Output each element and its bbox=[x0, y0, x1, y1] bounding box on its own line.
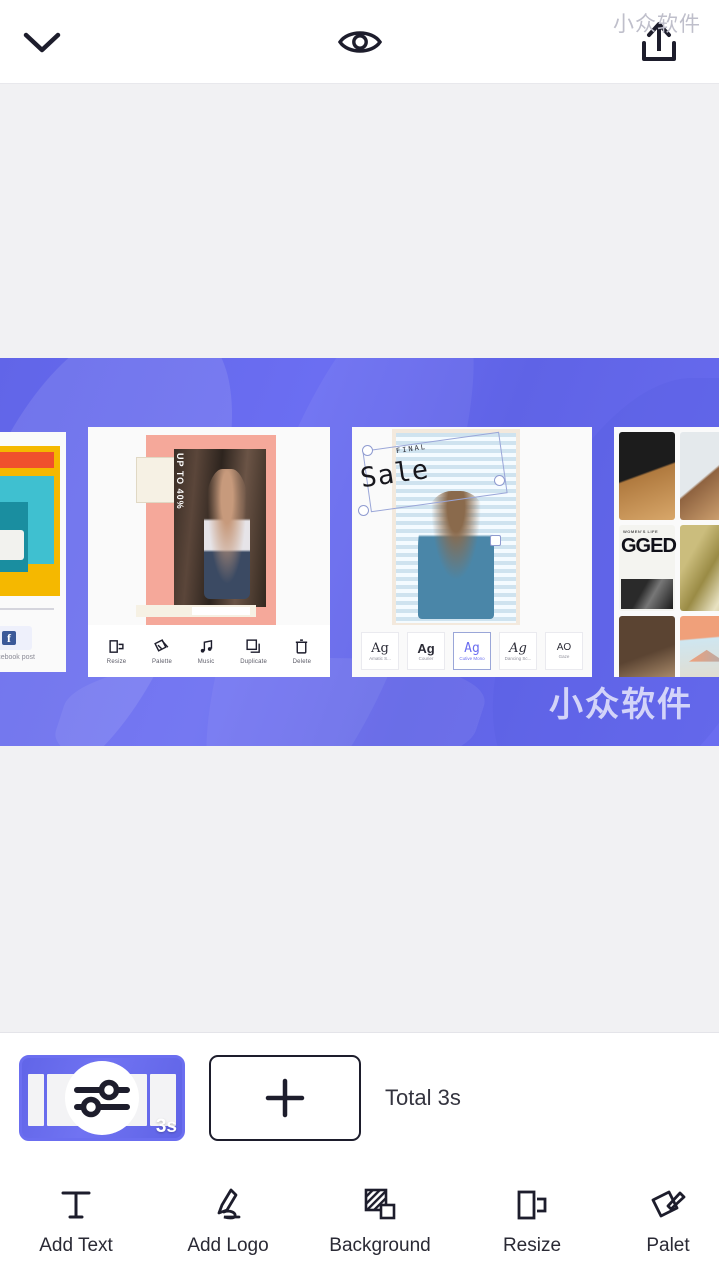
toolbar-item-palette[interactable]: Palet bbox=[608, 1162, 719, 1280]
share-button[interactable] bbox=[579, 0, 719, 84]
font-option[interactable]: Ag Amatic S... bbox=[361, 632, 399, 670]
font-name: Courier bbox=[418, 655, 434, 661]
artwork-photo bbox=[174, 449, 266, 607]
total-duration-label: Total 3s bbox=[385, 1084, 461, 1110]
toolbar-item-label: Resize bbox=[502, 1234, 562, 1256]
font-name: Gaze bbox=[558, 654, 570, 659]
artwork-photo bbox=[418, 491, 494, 619]
bottom-toolbar[interactable]: Add Text Add Logo Background Resize Pale… bbox=[0, 1162, 719, 1280]
toolbar-item-label: Background bbox=[329, 1234, 431, 1256]
template-card-collage[interactable]: WOMEN'S LIFE GGED bbox=[614, 427, 719, 677]
card-artwork: UP TO 40% bbox=[136, 435, 276, 625]
collage-grid: WOMEN'S LIFE GGED bbox=[614, 427, 719, 677]
palette-brush-icon bbox=[651, 1190, 686, 1217]
toolbar-item-add-text[interactable]: Add Text bbox=[0, 1162, 152, 1280]
item-context-toolbar[interactable]: Resize Palette Music Duplicate Delete bbox=[88, 625, 330, 677]
collage-tile bbox=[680, 616, 719, 677]
item-action-label: Duplicate bbox=[240, 658, 268, 665]
font-name: Dancing Sc... bbox=[504, 655, 532, 661]
font-sample: Ag bbox=[417, 640, 435, 656]
selection-handle-resize[interactable] bbox=[490, 535, 501, 546]
palette-icon bbox=[154, 638, 169, 652]
font-name: Cutive Mono bbox=[459, 655, 485, 661]
item-action-label: Music bbox=[197, 658, 215, 665]
selection-handle-duplicate[interactable] bbox=[358, 505, 369, 516]
artwork-footer-bar bbox=[136, 605, 256, 617]
collage-tile bbox=[680, 432, 719, 520]
item-action-label: Delete bbox=[292, 658, 312, 665]
toolbar-item-add-logo[interactable]: Add Logo bbox=[152, 1162, 304, 1280]
card-artwork bbox=[0, 446, 60, 596]
editor-workspace[interactable]: f Facebook post UP TO 40% bbox=[0, 84, 719, 1032]
resize-icon bbox=[109, 639, 124, 653]
facebook-icon: f bbox=[0, 626, 32, 650]
selection-handle-scale[interactable] bbox=[494, 475, 505, 486]
timeline-bar[interactable]: 3s Total 3s bbox=[0, 1032, 719, 1162]
add-clip-button[interactable] bbox=[209, 1054, 361, 1141]
font-sample: Ag bbox=[464, 640, 480, 656]
font-option[interactable]: Ag Courier bbox=[407, 632, 445, 670]
toolbar-item-label: Add Logo bbox=[187, 1234, 269, 1256]
chevron-down-icon bbox=[23, 32, 61, 52]
font-option[interactable]: Ag Dancing Sc... bbox=[499, 632, 537, 670]
text-icon bbox=[61, 1191, 91, 1218]
collage-headline: GGED bbox=[621, 535, 677, 557]
artwork-headline: UP TO 40% bbox=[174, 453, 185, 510]
adjust-sliders-icon bbox=[74, 1079, 130, 1117]
eye-icon bbox=[337, 30, 382, 53]
trash-icon bbox=[296, 638, 308, 654]
background-pattern-icon bbox=[364, 1188, 396, 1219]
duplicate-icon bbox=[246, 638, 260, 653]
item-action-label: Palette bbox=[151, 658, 173, 665]
toolbar-item-background[interactable]: Background bbox=[304, 1162, 456, 1280]
canvas-band[interactable]: f Facebook post UP TO 40% bbox=[0, 358, 719, 746]
font-sample: Ag bbox=[371, 640, 389, 656]
font-picker[interactable]: Ag Amatic S... Ag Courier Ag Cutive Mono bbox=[352, 629, 592, 673]
collage-tile bbox=[619, 616, 675, 677]
collage-tile bbox=[680, 525, 719, 611]
card-caption: Facebook post bbox=[0, 654, 35, 661]
item-action-delete[interactable]: Delete bbox=[293, 638, 312, 665]
preview-button[interactable] bbox=[140, 0, 579, 84]
app-root: 小众软件 f Facebook post bbox=[0, 0, 719, 1280]
template-card-row[interactable]: f Facebook post UP TO 40% bbox=[0, 358, 719, 746]
item-action-duplicate[interactable]: Duplicate bbox=[240, 638, 267, 665]
toolbar-item-resize[interactable]: Resize bbox=[456, 1162, 608, 1280]
template-card-facebook-post[interactable]: f Facebook post bbox=[0, 432, 66, 672]
plus-icon bbox=[265, 1078, 305, 1117]
collapse-button[interactable] bbox=[0, 0, 140, 84]
artwork-tag bbox=[136, 457, 178, 503]
clip-duration-badge: 3s bbox=[155, 1115, 177, 1137]
template-card-up-to-40[interactable]: UP TO 40% Resize Palette Music Duplicate… bbox=[88, 427, 330, 677]
facebook-glyph: f bbox=[2, 631, 16, 645]
top-bar: 小众软件 bbox=[0, 0, 719, 84]
font-name: Amatic S... bbox=[369, 655, 391, 661]
pen-signature-icon bbox=[217, 1188, 241, 1219]
font-option[interactable]: AO Gaze bbox=[545, 632, 583, 670]
timeline-clip-selected[interactable]: 3s bbox=[19, 1054, 185, 1141]
toolbar-item-label: Palet bbox=[646, 1234, 690, 1256]
selection-handle-rotate[interactable] bbox=[362, 445, 373, 456]
share-upload-icon bbox=[642, 21, 676, 61]
item-action-music[interactable]: Music bbox=[198, 638, 215, 665]
divider bbox=[0, 608, 54, 610]
item-action-palette[interactable]: Palette bbox=[152, 638, 172, 665]
item-action-label: Resize bbox=[106, 658, 127, 665]
item-action-resize[interactable]: Resize bbox=[107, 638, 127, 665]
font-sample: AO bbox=[556, 642, 572, 653]
font-sample: Ag bbox=[509, 640, 527, 656]
toolbar-item-label: Add Text bbox=[39, 1234, 113, 1256]
collage-tile bbox=[619, 432, 675, 520]
collage-kicker: WOMEN'S LIFE bbox=[623, 529, 659, 534]
music-note-icon bbox=[200, 639, 212, 653]
template-card-final-sale[interactable]: FINAL Sale Ag Amatic S... Ag Courier Ag bbox=[352, 427, 592, 677]
collage-tile-headline: WOMEN'S LIFE GGED bbox=[619, 525, 677, 611]
resize-frames-icon bbox=[517, 1190, 547, 1219]
font-option-selected[interactable]: Ag Cutive Mono bbox=[453, 632, 491, 670]
